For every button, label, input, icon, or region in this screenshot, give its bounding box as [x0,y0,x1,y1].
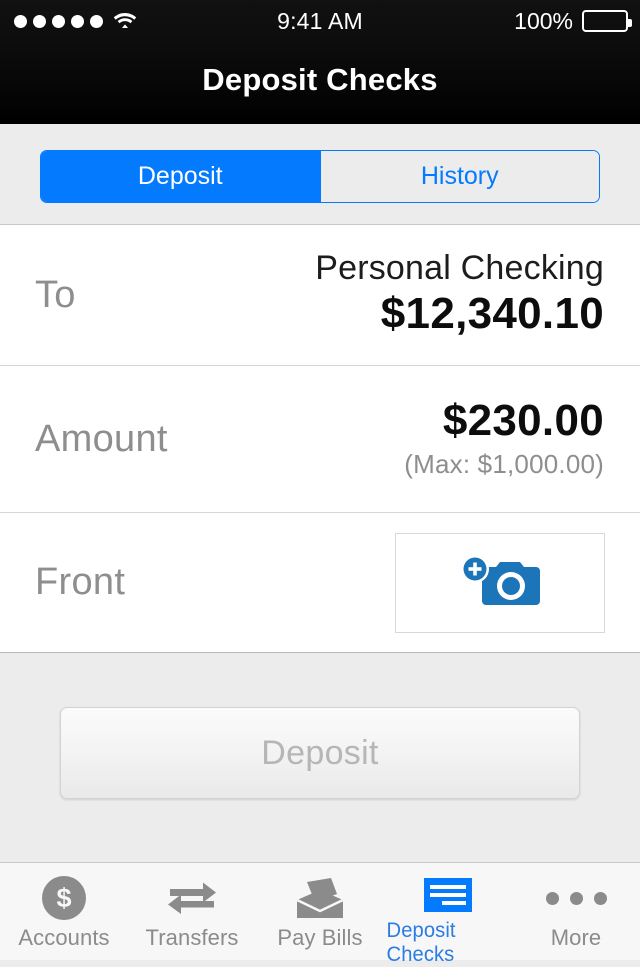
tab-pay-bills[interactable]: Pay Bills [256,863,384,960]
tab-bar: $ Accounts Transfers Pay Bills Deposit C… [0,862,640,966]
segmented-control-area: Deposit History [0,124,640,225]
segmented-control[interactable]: Deposit History [40,150,600,203]
amount-label: Amount [35,417,168,460]
tab-accounts-label: Accounts [18,925,110,950]
front-capture-button[interactable] [395,532,605,633]
envelope-icon [293,875,347,921]
page-title: Deposit Checks [202,62,438,97]
camera-add-icon [458,554,542,611]
tab-pay-bills-label: Pay Bills [277,925,363,950]
check-icon [422,875,474,915]
row-amount[interactable]: Amount $230.00 (Max: $1,000.00) [0,365,640,512]
tab-transfers-label: Transfers [145,925,239,950]
deposit-button[interactable]: Deposit [60,707,580,799]
row-to[interactable]: To Personal Checking $12,340.10 [0,225,640,365]
tab-more-label: More [550,925,602,950]
tab-deposit-checks[interactable]: Deposit Checks [384,863,512,966]
account-name: Personal Checking [315,249,604,288]
amount-value-group: $230.00 (Max: $1,000.00) [404,396,604,483]
to-value-group: Personal Checking $12,340.10 [315,249,604,341]
navigation-bar: 9:41 AM 100% Deposit Checks [0,0,640,124]
amount-input[interactable]: $230.00 [443,396,604,447]
tab-accounts[interactable]: $ Accounts [0,863,128,960]
row-front[interactable]: Front [0,512,640,652]
tab-deposit[interactable]: Deposit [41,151,320,202]
tab-more[interactable]: More [512,863,640,960]
front-label: Front [35,561,126,603]
status-bar-right: 100% [514,7,632,35]
deposit-form: To Personal Checking $12,340.10 Amount $… [0,225,640,653]
amount-max-note: (Max: $1,000.00) [404,449,604,480]
status-bar: 9:41 AM 100% [0,0,640,42]
account-balance: $12,340.10 [380,289,604,339]
tab-transfers[interactable]: Transfers [128,863,256,960]
to-label: To [35,273,76,316]
submit-area: Deposit [0,653,640,862]
transfer-arrows-icon [166,875,218,921]
tab-history[interactable]: History [319,151,599,202]
dollar-coin-icon: $ [42,875,86,921]
app-screen: 9:41 AM 100% Deposit Checks Deposit Hist… [0,0,640,966]
battery-percent-label: 100% [514,7,573,34]
ellipsis-icon [545,875,607,921]
battery-full-icon [582,10,632,32]
